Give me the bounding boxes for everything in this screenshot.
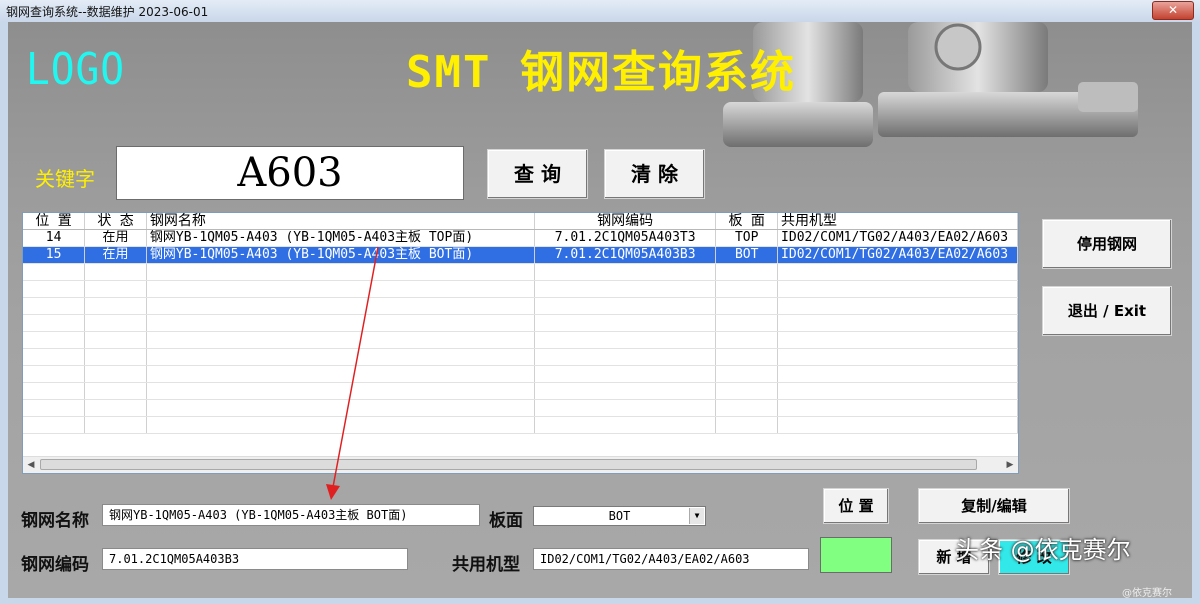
app-title: SMT 钢网查询系统 [406,47,796,98]
cell-models[interactable]: ID02/COM1/TG02/A403/EA02/A603 [777,246,1018,264]
scroll-left-arrow-icon[interactable]: ◀ [24,458,38,472]
table-row-selected[interactable]: 15 在用 钢网YB-1QM05-A403 (YB-1QM05-A403主板 B… [23,246,1018,264]
scroll-right-arrow-icon[interactable]: ▶ [1003,458,1017,472]
side-select-value: BOT [608,509,631,523]
close-button[interactable]: ✕ [1152,1,1194,20]
shared-models-label: 共用机型 [452,555,520,575]
exit-button[interactable]: 退出 / Exit [1042,286,1172,336]
scrollbar-thumb[interactable] [40,459,977,470]
shared-models-field[interactable]: ID02/COM1/TG02/A403/EA02/A603 [533,548,809,570]
cell-code[interactable]: 7.01.2C1QM05A403B3 [534,246,717,264]
col-header-models[interactable]: 共用机型 [777,213,1018,230]
window-frame-bottom [0,598,1200,604]
stencil-code-label: 钢网编码 [21,555,89,575]
side-select[interactable]: BOT ▼ [533,506,706,526]
horizontal-scrollbar[interactable]: ◀ ▶ [23,456,1018,473]
watermark-small-text: @依克赛尔 [1122,588,1172,599]
window-frame-right [1192,22,1200,604]
col-header-position[interactable]: 位 置 [23,213,86,230]
keyword-input[interactable]: A603 [116,146,464,200]
cell-status[interactable]: 在用 [84,229,147,247]
col-header-name[interactable]: 钢网名称 [146,213,535,230]
disable-stencil-button[interactable]: 停用钢网 [1042,219,1172,269]
cell-position[interactable]: 14 [23,229,86,247]
position-button[interactable]: 位 置 [823,488,889,524]
title-bar: 钢网查询系统--数据维护 2023-06-01 ✕ [0,0,1200,23]
logo: LOGO [26,44,125,95]
col-header-code[interactable]: 钢网编码 [534,213,717,230]
chevron-down-icon[interactable]: ▼ [689,508,704,524]
col-header-status[interactable]: 状 态 [84,213,147,230]
status-color-swatch [820,537,892,573]
client-area: LOGO SMT 钢网查询系统 关键字 A603 查 询 清 除 停用钢网 退出… [8,22,1192,598]
watermark-text: 头条 @依克赛尔 [955,536,1131,564]
cell-position[interactable]: 15 [23,246,86,264]
annotation-arrow [326,246,379,500]
cell-side[interactable]: TOP [715,229,779,247]
copy-edit-button[interactable]: 复制/编辑 [918,488,1070,524]
window-frame-left [0,22,8,604]
stencil-name-field[interactable]: 钢网YB-1QM05-A403 (YB-1QM05-A403主板 BOT面) [102,504,480,526]
keyword-label: 关键字 [35,167,95,191]
query-button[interactable]: 查 询 [487,149,588,199]
table-row[interactable]: 14 在用 钢网YB-1QM05-A403 (YB-1QM05-A403主板 T… [23,229,1018,247]
side-label: 板面 [489,511,523,531]
clear-button[interactable]: 清 除 [604,149,705,199]
cell-status[interactable]: 在用 [84,246,147,264]
cell-code[interactable]: 7.01.2C1QM05A403T3 [534,229,717,247]
col-header-side[interactable]: 板 面 [715,213,779,230]
cell-side[interactable]: BOT [715,246,779,264]
table-header-row: 位 置 状 态 钢网名称 钢网编码 板 面 共用机型 [23,213,1018,230]
stencil-name-label: 钢网名称 [21,511,89,531]
cell-models[interactable]: ID02/COM1/TG02/A403/EA02/A603 [777,229,1018,247]
stencil-table[interactable]: 位 置 状 态 钢网名称 钢网编码 板 面 共用机型 14 在用 钢网YB-1Q… [22,212,1019,474]
stencil-code-field[interactable]: 7.01.2C1QM05A403B3 [102,548,408,570]
window-title: 钢网查询系统--数据维护 2023-06-01 [6,5,209,19]
